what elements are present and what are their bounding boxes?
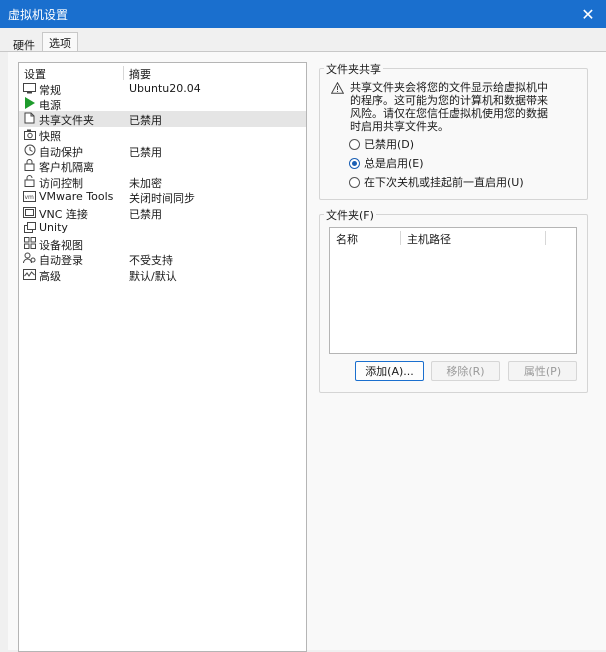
tab-hardware[interactable]: 硬件 — [6, 34, 42, 52]
list-item-summary: 默认/默认 — [129, 270, 177, 283]
list-item-name: Unity — [39, 221, 68, 234]
list-item-name: 高级 — [39, 270, 61, 283]
radio-label: 总是启用(E) — [364, 157, 424, 170]
window-title: 虚拟机设置 — [8, 8, 69, 22]
column-header-host-path[interactable]: 主机路径 — [407, 231, 451, 247]
list-item-vmware-tools[interactable]: vm VMware Tools 关闭时间同步 — [19, 189, 306, 205]
list-item-summary: Ubuntu20.04 — [129, 82, 201, 95]
tab-strip: 硬件 选项 — [0, 28, 606, 53]
list-item-name: 客户机隔离 — [39, 161, 94, 174]
tab-options[interactable]: 选项 — [42, 32, 78, 53]
folder-properties-button[interactable]: 属性(P) — [508, 361, 577, 381]
warning-icon — [330, 81, 345, 97]
column-separator — [545, 231, 546, 245]
folder-sharing-title: 文件夹共享 — [324, 61, 383, 77]
power-icon — [23, 97, 36, 109]
access-control-icon — [23, 175, 36, 187]
svg-text:vm: vm — [25, 194, 35, 201]
list-item-summary: 已禁用 — [129, 114, 162, 127]
folders-title: 文件夹(F) — [324, 207, 376, 223]
list-item-access-control[interactable]: 访问控制 未加密 — [19, 174, 306, 190]
vnc-icon — [23, 206, 36, 218]
column-separator — [123, 66, 124, 80]
column-separator — [400, 231, 401, 245]
list-item-autologin[interactable]: 自动登录 不受支持 — [19, 251, 306, 267]
column-header-summary[interactable]: 摘要 — [129, 66, 151, 82]
list-item-general[interactable]: 常规 Ubuntu20.04 — [19, 81, 306, 97]
list-item-summary: 关闭时间同步 — [129, 192, 195, 205]
list-item-summary: 不受支持 — [129, 254, 173, 267]
list-item-isolation[interactable]: 客户机隔离 — [19, 158, 306, 174]
radio-label: 在下次关机或挂起前一直启用(U) — [364, 176, 524, 189]
folders-list[interactable]: 名称 主机路径 — [329, 227, 577, 354]
sharing-warning-text: 共享文件夹会将您的文件显示给虚拟机中的程序。这可能为您的计算机和数据带来风险。请… — [350, 81, 548, 133]
settings-list[interactable]: 设置 摘要 常规 Ubuntu20.04 电源 共享文件夹 已禁用 快照 自动保… — [18, 62, 307, 652]
general-icon — [23, 82, 36, 94]
list-item-device-view[interactable]: 设备视图 — [19, 236, 306, 252]
list-header: 设置 摘要 — [19, 63, 306, 82]
shared-folder-icon — [23, 112, 36, 124]
list-item-name: 自动登录 — [39, 254, 83, 267]
radio-disabled[interactable]: 已禁用(D) — [349, 137, 414, 151]
unity-icon — [23, 221, 36, 233]
list-item-snapshot[interactable]: 快照 — [19, 127, 306, 143]
add-folder-button[interactable]: 添加(A)... — [355, 361, 424, 381]
vmware-tools-icon: vm — [23, 190, 36, 202]
list-item-autoprotect[interactable]: 自动保护 已禁用 — [19, 143, 306, 159]
close-icon[interactable]: ✕ — [570, 0, 606, 28]
list-item-advanced[interactable]: 高级 默认/默认 — [19, 267, 306, 283]
isolation-icon — [23, 159, 36, 171]
list-item-name: VMware Tools — [39, 190, 114, 203]
list-item-shared-folders[interactable]: 共享文件夹 已禁用 — [19, 111, 306, 127]
radio-button[interactable] — [349, 138, 360, 150]
radio-until-shutdown[interactable]: 在下次关机或挂起前一直启用(U) — [349, 175, 524, 189]
list-item-unity[interactable]: Unity — [19, 220, 306, 236]
list-item-power[interactable]: 电源 — [19, 96, 306, 112]
advanced-icon — [23, 268, 36, 280]
radio-always-enabled[interactable]: 总是启用(E) — [349, 156, 424, 170]
remove-folder-button[interactable]: 移除(R) — [431, 361, 500, 381]
list-item-vnc[interactable]: VNC 连接 已禁用 — [19, 205, 306, 221]
title-bar: 虚拟机设置 ✕ — [0, 0, 606, 28]
autoprotect-icon — [23, 144, 36, 156]
device-view-icon — [23, 237, 36, 249]
list-item-name: 快照 — [39, 130, 61, 143]
list-item-name: 共享文件夹 — [39, 114, 94, 127]
column-header-setting[interactable]: 设置 — [24, 66, 46, 82]
column-header-name[interactable]: 名称 — [336, 231, 358, 247]
radio-button[interactable] — [349, 176, 360, 188]
snapshot-icon — [23, 128, 36, 140]
autologin-icon — [23, 252, 36, 264]
radio-button[interactable] — [349, 157, 360, 169]
radio-label: 已禁用(D) — [364, 138, 415, 151]
